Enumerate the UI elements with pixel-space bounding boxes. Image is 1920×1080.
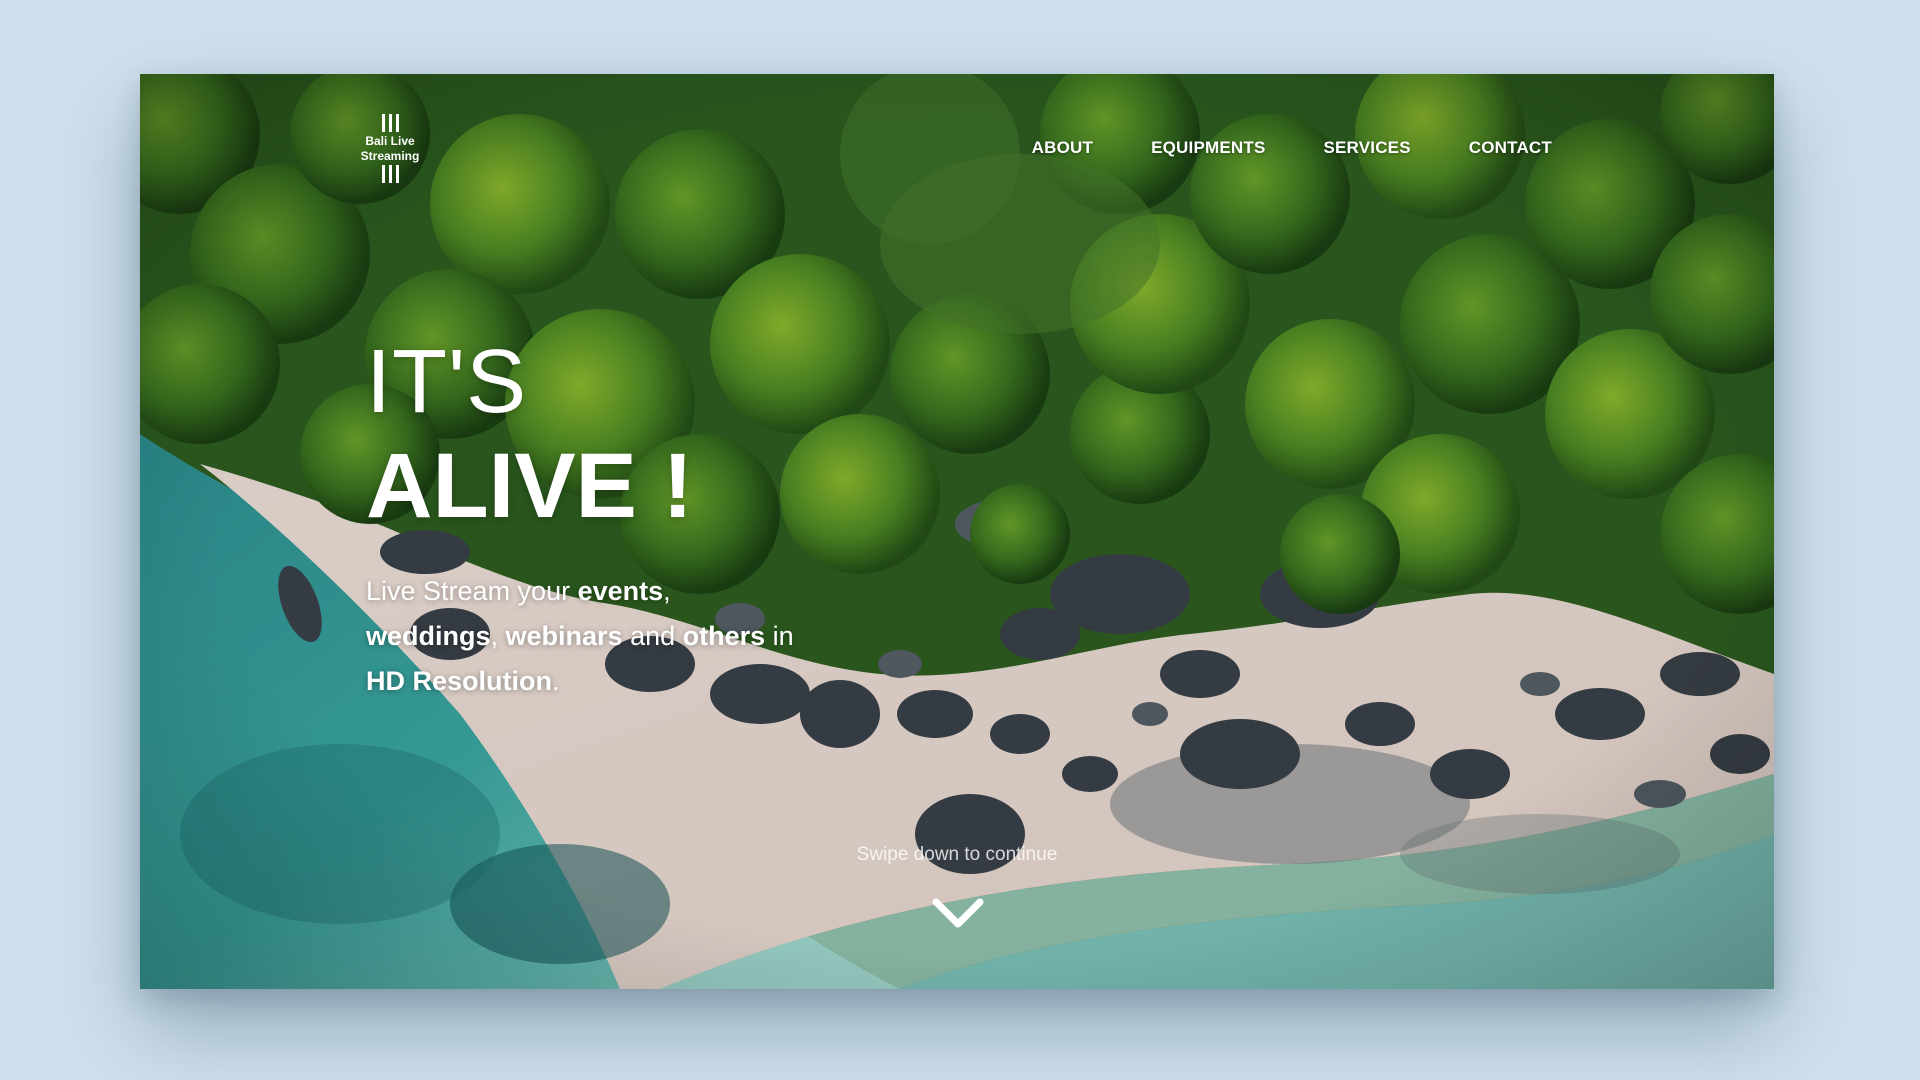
nav-services[interactable]: SERVICES: [1323, 138, 1410, 158]
tagline-text-3: ,: [490, 621, 506, 651]
tagline-text-2: ,: [663, 576, 671, 606]
chevron-down-icon[interactable]: [928, 892, 988, 932]
brand-logo[interactable]: Bali Live Streaming: [350, 114, 430, 184]
tagline-bold-events: events: [577, 576, 664, 606]
hero-tagline: Live Stream your events, weddings, webina…: [366, 569, 846, 704]
logo-text-line1: Bali Live: [365, 134, 415, 148]
nav-about[interactable]: ABOUT: [1032, 138, 1093, 158]
tagline-bold-others: others: [682, 621, 766, 651]
tagline-text-6: .: [552, 666, 560, 696]
main-nav: ABOUT EQUIPMENTS SERVICES CONTACT: [1032, 138, 1552, 158]
tagline-text-5: in: [765, 621, 794, 651]
headline-line2: ALIVE !: [366, 435, 694, 537]
tagline-text-1: Live Stream your: [366, 576, 578, 606]
headline-line1: IT'S: [366, 332, 528, 432]
hero-headline: IT'S ALIVE !: [366, 332, 693, 540]
logo-bars-bottom-icon: [350, 165, 430, 183]
tagline-bold-hd-resolution: HD Resolution: [366, 666, 552, 696]
tagline-text-4: and: [622, 621, 683, 651]
logo-bars-icon: [350, 114, 430, 132]
logo-text-line2: Streaming: [360, 149, 420, 163]
tagline-bold-webinars: webinars: [505, 621, 623, 651]
tagline-bold-weddings: weddings: [366, 621, 491, 651]
swipe-hint: Swipe down to continue: [856, 844, 1058, 865]
page-background: Bali Live Streaming ABOUT EQUIPMENTS SER…: [0, 0, 1920, 1080]
nav-contact[interactable]: CONTACT: [1469, 138, 1552, 158]
hero-section: Bali Live Streaming ABOUT EQUIPMENTS SER…: [140, 74, 1774, 989]
nav-equipments[interactable]: EQUIPMENTS: [1151, 138, 1265, 158]
